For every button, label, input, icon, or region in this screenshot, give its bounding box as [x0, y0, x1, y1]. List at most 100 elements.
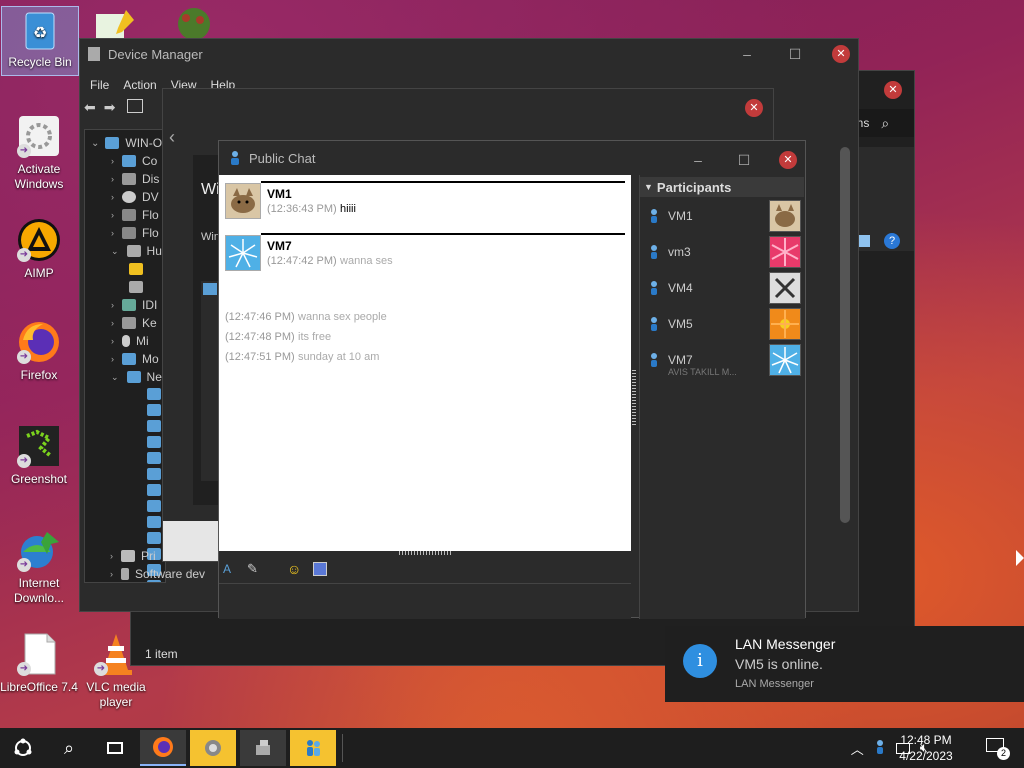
- desktop-icon-internet-download-manager[interactable]: ➜ Internet Downlo...: [0, 528, 78, 606]
- desktop-icon-partial-plant[interactable]: [172, 8, 218, 40]
- maximize-button[interactable]: ☐: [784, 43, 806, 65]
- public-chat-window[interactable]: Public Chat – ☐ ✕ VM1 (12:36:43 PM) hiii…: [218, 140, 806, 619]
- tree-item[interactable]: › Dis: [111, 170, 159, 188]
- tree-label: Dis: [142, 172, 160, 186]
- tree-root[interactable]: ⌄ WIN-O: [91, 134, 162, 152]
- desktop-icon-aimp[interactable]: ➜ AIMP: [0, 218, 78, 281]
- participants-header[interactable]: ▼ Participants: [640, 177, 804, 197]
- message-sender: VM1: [267, 187, 292, 201]
- network-adapter-icon[interactable]: [147, 468, 161, 480]
- tree-item[interactable]: › Pri: [110, 547, 156, 565]
- network-adapter-icon[interactable]: [147, 436, 161, 448]
- save-icon[interactable]: [313, 562, 328, 576]
- participant-item[interactable]: VM4: [640, 271, 805, 305]
- search-button[interactable]: ⌕: [46, 728, 92, 768]
- user-icon: [648, 281, 660, 295]
- network-adapter-icon[interactable]: [147, 500, 161, 512]
- tree-item[interactable]: [129, 278, 149, 296]
- lan-messenger-icon: [229, 151, 241, 165]
- message-line: (12:47:51 PM) sunday at 10 am: [225, 349, 379, 363]
- desktop-icon-label: Activate Windows: [14, 162, 64, 191]
- taskbar-firefox[interactable]: [140, 730, 186, 766]
- task-view-button[interactable]: [92, 728, 138, 768]
- desktop-icon-greenshot[interactable]: ➜ Greenshot: [0, 424, 78, 487]
- message-input[interactable]: [219, 583, 631, 619]
- tree-item[interactable]: › Co: [111, 152, 157, 170]
- close-button[interactable]: ✕: [779, 151, 797, 169]
- participant-item[interactable]: vm3: [640, 235, 805, 269]
- minimize-button[interactable]: –: [736, 43, 758, 65]
- menu-action[interactable]: Action: [123, 78, 156, 92]
- taskbar-settings[interactable]: [190, 730, 236, 766]
- help-icon[interactable]: ?: [884, 233, 900, 249]
- back-arrow-icon[interactable]: ⬅: [84, 99, 96, 116]
- tree-item[interactable]: [129, 260, 149, 278]
- search-bar[interactable]: ons ⌕: [850, 109, 914, 137]
- desktop-icon-recycle-bin[interactable]: ♻ Recycle Bin: [1, 6, 79, 76]
- tree-item[interactable]: › Mi: [111, 332, 149, 350]
- participant-item[interactable]: VM7 AVIS TAKILL M...: [640, 343, 805, 377]
- network-adapter-icon[interactable]: [147, 452, 161, 464]
- taskbar-lan-messenger[interactable]: [290, 730, 336, 766]
- close-button[interactable]: ✕: [832, 45, 850, 63]
- shortcut-arrow-icon: ➜: [17, 248, 31, 262]
- desktop-icon-label: VLC media player: [86, 680, 146, 709]
- desktop-icon-libreoffice[interactable]: ➜ LibreOffice 7.4: [0, 632, 78, 695]
- clock[interactable]: 12:48 PM 4/22/2023: [884, 732, 968, 764]
- tree-item[interactable]: › Flo: [111, 224, 159, 242]
- network-adapter-icon[interactable]: [147, 532, 161, 544]
- hid-icon: [129, 281, 143, 293]
- properties-icon[interactable]: [127, 99, 144, 113]
- start-button[interactable]: [0, 728, 46, 768]
- tree-item[interactable]: › Flo: [111, 206, 159, 224]
- tree-item[interactable]: › Mo: [111, 350, 159, 368]
- message-area[interactable]: VM1 (12:36:43 PM) hiiii VM7 (12:47:42 PM…: [219, 175, 631, 551]
- tree-item[interactable]: › DV: [111, 188, 159, 206]
- dialog-footer-button[interactable]: [163, 521, 219, 561]
- device-tree[interactable]: ⌄ WIN-O › Co › Dis › DV › Flo › Flo ⌄ Hu › IDI …: [84, 129, 166, 583]
- tree-item[interactable]: › Ke: [111, 314, 157, 332]
- tree-label: WIN-O: [125, 136, 163, 150]
- plant-icon: [178, 8, 210, 40]
- desktop-icon-activate-windows[interactable]: ➜ Activate Windows: [0, 114, 78, 192]
- notification-center-button[interactable]: 2: [986, 738, 1010, 760]
- font-icon[interactable]: A: [223, 562, 235, 576]
- maximize-button[interactable]: ☐: [733, 149, 755, 171]
- desktop-icon-label: Firefox: [20, 368, 58, 382]
- menu-file[interactable]: File: [90, 78, 109, 92]
- tree-item[interactable]: ⌄ Ne: [111, 368, 162, 386]
- participant-item[interactable]: VM5: [640, 307, 805, 341]
- network-adapter-icon[interactable]: [147, 388, 161, 400]
- back-arrow-icon[interactable]: ‹: [169, 127, 175, 148]
- status-text: 1 item: [145, 647, 178, 661]
- tree-item[interactable]: ⌄ Hu: [111, 242, 162, 260]
- show-hidden-icons-chevron-icon[interactable]: ︿: [851, 739, 864, 758]
- vertical-scrollbar[interactable]: [840, 147, 850, 523]
- taskbar-device-manager[interactable]: [240, 730, 286, 766]
- forward-arrow-icon[interactable]: ➡: [104, 99, 116, 116]
- vertical-splitter-handle[interactable]: [632, 369, 636, 425]
- horizontal-splitter-handle[interactable]: [399, 551, 451, 555]
- message-time: (12:36:43 PM): [267, 203, 337, 215]
- software-device-icon: [121, 568, 129, 580]
- send-file-icon[interactable]: ✎: [247, 561, 261, 577]
- participants-panel: ▼ Participants VM1 vm3 VM4 VM5 VM7 AVIS …: [639, 175, 805, 619]
- minimize-button[interactable]: –: [687, 149, 709, 171]
- network-adapter-icon[interactable]: [147, 516, 161, 528]
- desktop-icon-firefox[interactable]: ➜ Firefox: [0, 320, 78, 383]
- tree-item[interactable]: › Software dev: [110, 565, 205, 583]
- close-button[interactable]: ✕: [745, 99, 763, 117]
- desktop-icon-partial-notepad[interactable]: [96, 10, 136, 38]
- network-adapter-icon[interactable]: [147, 404, 161, 416]
- ide-icon: [122, 299, 136, 311]
- network-adapter-icon[interactable]: [147, 420, 161, 432]
- participant-item[interactable]: VM1: [640, 199, 805, 233]
- tree-item[interactable]: › IDI: [111, 296, 157, 314]
- user-icon: [648, 317, 660, 331]
- firefox-icon: ➜: [17, 320, 61, 364]
- network-adapter-icon[interactable]: [147, 484, 161, 496]
- close-button[interactable]: ✕: [884, 81, 902, 99]
- tree-label: Ne: [146, 370, 162, 384]
- notification-toast[interactable]: i LAN Messenger VM5 is online. LAN Messe…: [665, 626, 1024, 702]
- emoticon-icon[interactable]: ☺: [287, 561, 301, 577]
